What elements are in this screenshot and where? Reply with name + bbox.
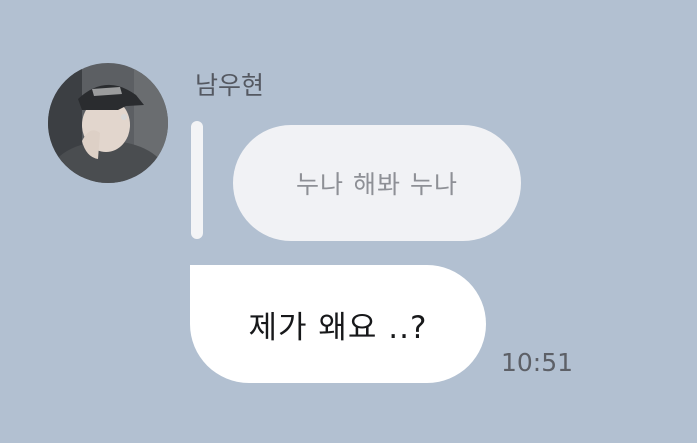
message-bubble[interactable]: 제가 왜요 ..? [190,265,486,383]
message-timestamp: 10:51 [501,348,574,377]
sender-name: 남우현 [195,71,265,100]
profile-photo-icon [48,63,168,183]
avatar[interactable] [48,63,168,183]
quoted-message-text: 누나 해봐 누나 [296,170,458,199]
message-text: 제가 왜요 ..? [248,309,428,346]
chat-view: 남우현 누나 해봐 누나 제가 왜요 ..? 10:51 [0,0,697,443]
reply-quote-bar [191,121,203,239]
quoted-message-bubble[interactable]: 누나 해봐 누나 [233,125,521,241]
